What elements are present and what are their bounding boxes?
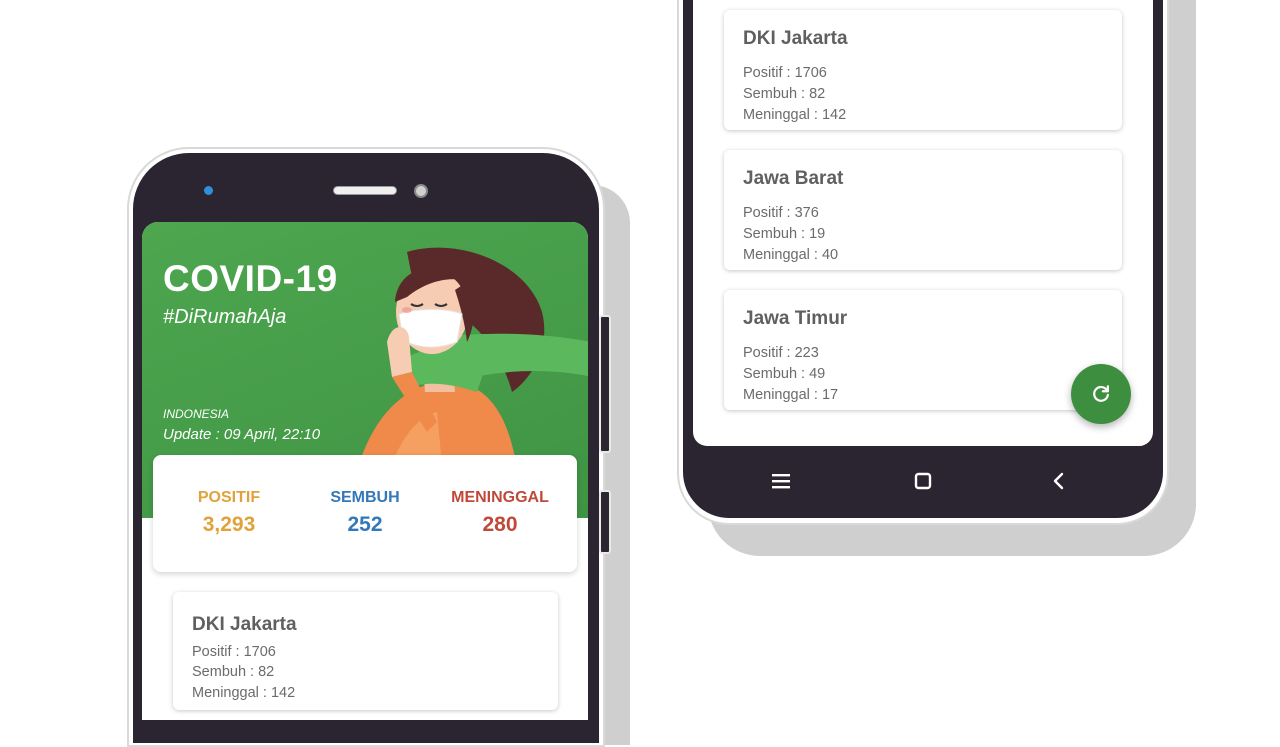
province-name: Jawa Barat (743, 168, 844, 189)
app-title: COVID-19 (163, 258, 338, 299)
refresh-button[interactable] (1071, 364, 1131, 424)
positif-value: 3,293 (202, 513, 256, 536)
earpiece-speaker (333, 186, 397, 195)
province-card[interactable]: Jawa Barat Positif : 376 Sembuh : 19 Men… (724, 150, 1122, 270)
province-positif: Positif : 223 (743, 345, 819, 361)
stat-positif: POSITIF 3,293 (159, 489, 299, 537)
positif-label: POSITIF (197, 489, 261, 506)
province-sembuh: Sembuh : 49 (743, 366, 826, 382)
stat-meninggal: MENINGGAL 280 (430, 489, 570, 537)
power-button (599, 490, 611, 554)
recent-apps-button[interactable] (768, 468, 794, 494)
province-positif: Positif : 376 (743, 205, 819, 221)
province-meninggal: Meninggal : 40 (743, 247, 839, 263)
province-meninggal: Meninggal : 142 (192, 685, 296, 701)
province-meninggal: Meninggal : 17 (743, 387, 839, 403)
meninggal-label: MENINGGAL (451, 489, 549, 506)
province-name: DKI Jakarta (743, 28, 848, 49)
back-icon (1053, 472, 1064, 490)
menu-icon (772, 474, 790, 489)
meninggal-value: 280 (482, 513, 518, 536)
province-sembuh: Sembuh : 82 (743, 86, 826, 102)
summary-stats-card: POSITIF 3,293 SEMBUH 252 MENINGGAL 280 (153, 455, 577, 572)
left-phone-screen: COVID-19 #DiRumahAja INDONESIA Update : … (142, 222, 588, 720)
back-button[interactable] (1046, 468, 1072, 494)
province-sembuh: Sembuh : 82 (192, 664, 275, 680)
province-meninggal: Meninggal : 142 (743, 107, 847, 123)
province-name: DKI Jakarta (192, 614, 297, 635)
refresh-icon (1093, 385, 1109, 402)
stat-sembuh: SEMBUH 252 (295, 489, 435, 537)
home-button[interactable] (910, 468, 936, 494)
province-positif: Positif : 1706 (192, 644, 276, 660)
country-label: INDONESIA (163, 407, 230, 421)
province-card[interactable]: DKI Jakarta Positif : 1706 Sembuh : 82 M… (724, 10, 1122, 130)
province-card[interactable]: Jawa Timur Positif : 223 Sembuh : 49 Men… (724, 290, 1122, 410)
sembuh-value: 252 (347, 513, 383, 536)
proximity-sensor (414, 184, 428, 198)
province-sembuh: Sembuh : 19 (743, 226, 826, 242)
province-card[interactable]: DKI Jakarta Positif : 1706 Sembuh : 82 M… (173, 592, 558, 710)
home-icon (914, 472, 932, 490)
province-positif: Positif : 1706 (743, 65, 827, 81)
volume-button (599, 315, 611, 453)
hashtag: #DiRumahAja (163, 306, 287, 328)
front-camera (204, 186, 213, 195)
province-name: Jawa Timur (743, 308, 848, 329)
sembuh-label: SEMBUH (330, 489, 400, 506)
update-timestamp: Update : 09 April, 22:10 (163, 426, 321, 443)
